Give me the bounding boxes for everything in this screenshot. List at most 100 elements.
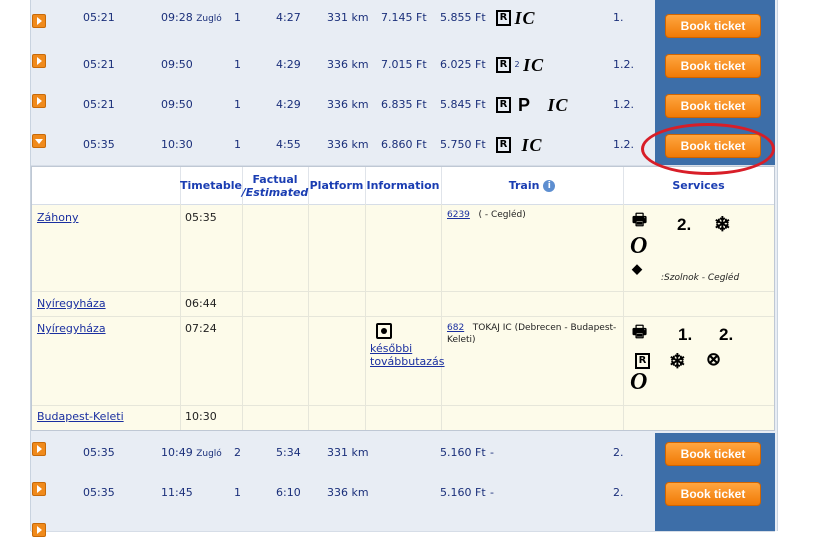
intercity-icon: IC <box>547 95 569 115</box>
train-info: 682 TOKAJ IC (Debrecen - Budapest-Keleti… <box>447 323 617 345</box>
air-conditioning-icon: ❄ <box>714 214 731 236</box>
second-class-label: 2. <box>677 215 692 234</box>
duration: 4:29 <box>276 98 301 111</box>
book-ticket-button[interactable]: Book ticket <box>665 482 761 506</box>
distance: 331 km <box>327 11 369 24</box>
header-train: Train i <box>441 167 624 204</box>
departure-time: 05:35 <box>83 138 115 151</box>
distance: 331 km <box>327 446 369 459</box>
no-smoking-icon: ⊗ <box>706 349 722 369</box>
ticket-printer-icon: 🖶 <box>632 212 648 229</box>
reservation-icon: R <box>496 10 511 26</box>
duration: 4:55 <box>276 138 301 151</box>
stop-link[interactable]: Nyíregyháza <box>37 322 106 335</box>
train-number-link[interactable]: 682 <box>447 323 464 333</box>
price-first: 7.015 Ft <box>381 58 427 71</box>
info-icon[interactable]: i <box>543 179 556 192</box>
expand-arrow-icon[interactable] <box>32 442 46 456</box>
expand-arrow-icon[interactable] <box>32 94 46 108</box>
reservation-icon: R <box>635 353 650 369</box>
book-ticket-button[interactable]: Book ticket <box>665 442 761 466</box>
book-cell: Book ticket <box>655 473 775 513</box>
departure-time: 05:21 <box>83 98 115 111</box>
reservation-icon: R <box>496 97 511 113</box>
expand-arrow-icon[interactable] <box>32 523 46 537</box>
header-factual: Factual/Estimated <box>242 167 309 204</box>
stop-link[interactable]: Budapest-Keleti <box>37 410 124 423</box>
book-cell: Book ticket <box>655 85 775 125</box>
diamond-icon: ◆ <box>632 261 642 276</box>
departure-time: 05:21 <box>83 58 115 71</box>
changes: 2 <box>234 446 241 459</box>
train-type-icons: - <box>490 486 494 499</box>
parking-icon: P <box>518 95 531 115</box>
book-ticket-button[interactable]: Book ticket <box>665 14 761 38</box>
duration: 4:27 <box>276 11 301 24</box>
price-first: 7.145 Ft <box>381 11 427 24</box>
book-cell <box>655 513 775 531</box>
book-ticket-button[interactable]: Book ticket <box>665 94 761 118</box>
changes: 1 <box>234 138 241 151</box>
stop-time: 05:35 <box>185 211 217 224</box>
departure-time: 05:35 <box>83 486 115 499</box>
arrival-time: 09:50 <box>161 58 193 71</box>
stop-time: 07:24 <box>185 322 217 335</box>
price-first: 6.860 Ft <box>381 138 427 151</box>
price-second: 5.855 Ft <box>440 11 486 24</box>
expand-arrow-icon[interactable] <box>32 54 46 68</box>
distance: 336 km <box>327 58 369 71</box>
distance: 336 km <box>327 98 369 111</box>
changes: 1 <box>234 98 241 111</box>
stop-time: 06:44 <box>185 297 217 310</box>
stop-link[interactable]: Nyíregyháza <box>37 297 106 310</box>
train-info: 6239 ( - Cegléd) <box>447 210 526 220</box>
class: 1. <box>613 11 624 24</box>
highlight-circle <box>641 123 775 175</box>
class: 1.2. <box>613 58 634 71</box>
stop-time: 10:30 <box>185 410 217 423</box>
connection-info-icon <box>376 323 392 339</box>
connection-row[interactable]: 05:35 10:49 Zugló 2 5:34 331 km 5.160 Ft… <box>31 433 775 474</box>
book-cell: Book ticket <box>655 45 775 85</box>
bicycle-transport-icon: O <box>630 369 648 395</box>
price-second: 5.750 Ft <box>440 138 486 151</box>
intercity-icon: IC <box>521 135 543 155</box>
arrival-time: 09:28 Zugló <box>161 11 222 24</box>
book-cell: Book ticket <box>655 433 775 473</box>
header-timetable: Timetable <box>180 167 243 204</box>
train-type-icons: R IC <box>496 0 536 38</box>
ticket-printer-icon: 🖶 <box>632 324 648 341</box>
header-station <box>32 167 181 204</box>
book-ticket-button[interactable]: Book ticket <box>665 54 761 78</box>
distance: 336 km <box>327 138 369 151</box>
changes: 1 <box>234 58 241 71</box>
class: 1.2. <box>613 138 634 151</box>
class: 2. <box>613 486 624 499</box>
connection-row[interactable]: 05:21 09:50 1 4:29 336 km 6.835 Ft 5.845… <box>31 85 775 126</box>
price-second: 5.160 Ft <box>440 486 486 499</box>
bicycle-transport-icon: O <box>630 233 648 259</box>
class: 1.2. <box>613 98 634 111</box>
collapse-arrow-icon[interactable] <box>32 134 46 148</box>
reservation-icon: R <box>496 137 511 153</box>
connection-row[interactable]: 05:21 09:50 1 4:29 336 km 7.015 Ft 6.025… <box>31 45 775 86</box>
stop-link[interactable]: Záhony <box>37 211 78 224</box>
price-second: 5.160 Ft <box>440 446 486 459</box>
price-first: 6.835 Ft <box>381 98 427 111</box>
intercity-icon: IC <box>523 55 545 75</box>
connection-row[interactable]: 05:21 09:28 Zugló 1 4:27 331 km 7.145 Ft… <box>31 0 775 46</box>
connection-row[interactable]: 05:35 11:45 1 6:10 336 km 5.160 Ft - 2. … <box>31 473 775 514</box>
connection-row-partial[interactable] <box>31 513 775 537</box>
air-conditioning-icon: ❄ <box>669 351 686 373</box>
intercity-icon: IC <box>514 8 536 28</box>
duration: 4:29 <box>276 58 301 71</box>
departure-time: 05:35 <box>83 446 115 459</box>
arrival-time: 09:50 <box>161 98 193 111</box>
train-number-link[interactable]: 6239 <box>447 210 470 220</box>
expand-arrow-icon[interactable] <box>32 14 46 28</box>
arrival-time: 10:49 Zugló <box>161 446 222 459</box>
later-connection-link[interactable]: későbbi továbbutazás <box>370 342 445 368</box>
header-information: Information <box>365 167 442 204</box>
expand-arrow-icon[interactable] <box>32 482 46 496</box>
first-class-label: 1. <box>678 325 693 344</box>
